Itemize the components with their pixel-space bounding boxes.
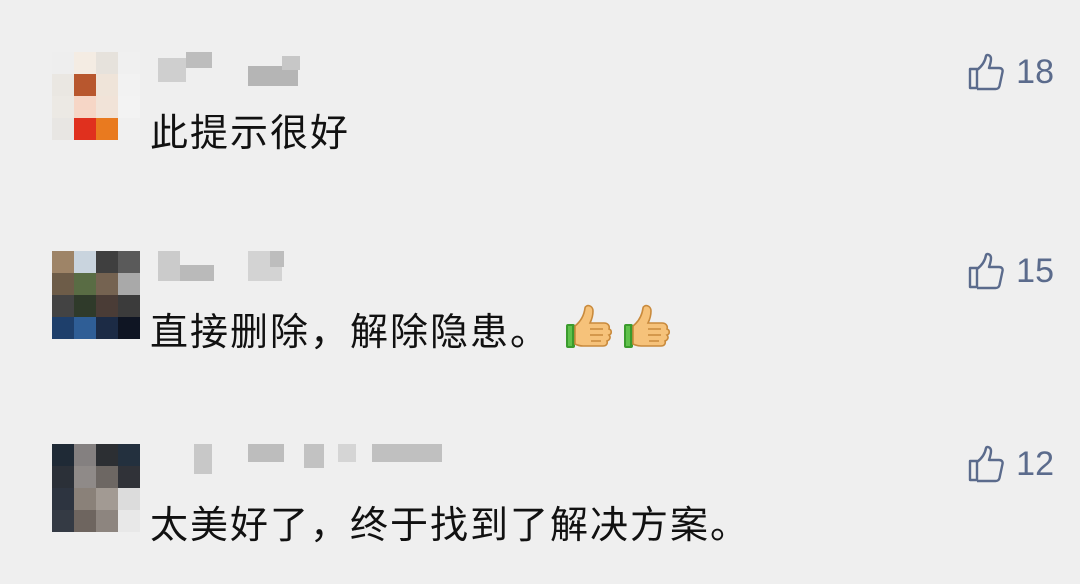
avatar-pixel [118,251,140,273]
avatar-pixel [74,251,96,273]
avatar-pixel [96,466,118,488]
avatar-pixel [96,444,118,466]
comment-item: 直接删除，解除隐患。 15 [0,251,1080,391]
thumbs-up-emoji-icon [566,304,613,348]
avatar-pixel [74,52,96,74]
like-count: 18 [1016,52,1054,91]
thumbs-up-emoji-icon [624,304,671,348]
avatar-pixel [52,74,74,96]
avatar-pixel [74,317,96,339]
avatar-pixel [96,52,118,74]
avatar-pixel [52,444,74,466]
avatar-pixel [118,295,140,317]
avatar-pixel [74,273,96,295]
comment-item: 此提示很好 18 [0,52,1080,192]
avatar-pixel [52,466,74,488]
like-button[interactable]: 12 [966,444,1054,484]
avatar-pixel [96,74,118,96]
emoji-group [564,302,672,354]
thumbs-up-icon [966,251,1006,291]
avatar-pixel [52,488,74,510]
avatar-pixel [118,466,140,488]
avatar-pixel [74,74,96,96]
avatar-pixel [52,295,74,317]
like-count: 15 [1016,251,1054,290]
avatar[interactable] [52,52,140,140]
avatar-pixel [118,118,140,140]
avatar[interactable] [52,444,140,532]
avatar-pixel [118,74,140,96]
thumbs-up-icon [966,444,1006,484]
avatar-pixel [74,510,96,532]
avatar-pixel [74,488,96,510]
avatar-pixel [118,444,140,466]
avatar-pixel [52,52,74,74]
comment-item: 太美好了，终于找到了解决方案。 12 [0,444,1080,584]
avatar-pixel [52,96,74,118]
avatar-pixel [96,510,118,532]
avatar-pixel [118,96,140,118]
thumbs-up-icon [966,52,1006,92]
comment-text-content: 直接删除，解除隐患。 [150,309,551,354]
avatar-pixel [96,317,118,339]
comment-text: 此提示很好 [150,110,351,155]
comment-text: 太美好了，终于找到了解决方案。 [150,502,751,547]
avatar-pixel [74,444,96,466]
like-button[interactable]: 15 [966,251,1054,291]
avatar[interactable] [52,251,140,339]
like-count: 12 [1016,444,1054,483]
avatar-pixel [74,96,96,118]
avatar-pixel [118,510,140,532]
avatar-pixel [74,118,96,140]
username-blurred[interactable] [158,251,458,283]
avatar-pixel [96,118,118,140]
avatar-pixel [118,317,140,339]
avatar-pixel [52,251,74,273]
like-button[interactable]: 18 [966,52,1054,92]
username-blurred[interactable] [158,52,458,86]
avatar-pixel [96,96,118,118]
avatar-pixel [96,488,118,510]
avatar-pixel [96,273,118,295]
avatar-pixel [118,52,140,74]
avatar-pixel [118,273,140,295]
avatar-pixel [118,488,140,510]
avatar-pixel [96,295,118,317]
avatar-pixel [74,295,96,317]
avatar-pixel [52,118,74,140]
comment-text: 直接删除，解除隐患。 [150,301,672,355]
avatar-pixel [74,466,96,488]
avatar-pixel [96,251,118,273]
username-blurred[interactable] [158,444,458,476]
avatar-pixel [52,510,74,532]
avatar-pixel [52,317,74,339]
avatar-pixel [52,273,74,295]
